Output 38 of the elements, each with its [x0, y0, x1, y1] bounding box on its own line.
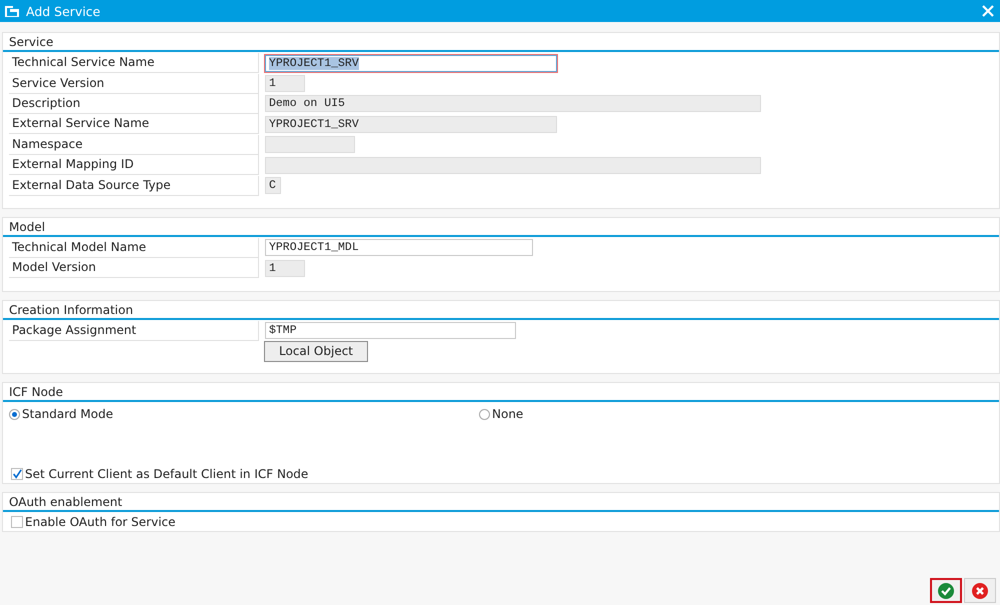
input-field[interactable]: C — [265, 177, 281, 194]
field-label: Namespace — [9, 134, 259, 155]
checkbox[interactable]: Set Current Client as Default Client in ICF Node — [3, 465, 316, 484]
window-icon — [4, 4, 20, 18]
checkmark-icon — [12, 468, 22, 480]
field-label: Package Assignment — [9, 320, 259, 341]
input-field[interactable]: 1 — [265, 260, 305, 277]
field-label: Service Version — [9, 74, 259, 94]
radio-button[interactable]: None — [479, 405, 524, 424]
section-title: Model — [3, 218, 999, 237]
radio-button[interactable]: Standard Mode — [9, 405, 479, 424]
local-object-button[interactable]: Local Object — [264, 340, 368, 362]
confirm-button[interactable] — [930, 578, 962, 603]
section-title: OAuth enablement — [3, 493, 999, 512]
window-title: Add Service — [26, 4, 100, 18]
section-title: ICF Node — [3, 383, 999, 402]
checkbox[interactable]: Enable OAuth for Service — [3, 513, 184, 532]
check-icon — [937, 582, 955, 600]
section-title: Service — [3, 33, 999, 52]
cancel-button[interactable] — [964, 578, 996, 603]
input-field[interactable]: 1 — [265, 75, 305, 92]
field-label: External Data Source Type — [9, 176, 259, 196]
field-label: Model Version — [9, 258, 259, 278]
field-label: Technical Model Name — [9, 238, 259, 258]
input-field[interactable] — [265, 136, 355, 154]
field-label: External Mapping ID — [9, 155, 259, 176]
section-title: Creation Information — [3, 300, 999, 320]
input-field[interactable]: YPROJECT1_MDL — [265, 239, 533, 256]
input-field[interactable]: YPROJECT1_SRV — [265, 54, 557, 72]
close-icon[interactable] — [982, 5, 994, 17]
close-icon — [971, 582, 989, 600]
input-field[interactable] — [265, 156, 761, 174]
input-field[interactable]: YPROJECT1_SRV — [265, 116, 557, 133]
field-label: Description — [9, 94, 259, 114]
field-label: Technical Service Name — [9, 53, 259, 74]
input-field[interactable]: Demo on UI5 — [265, 95, 761, 112]
field-label: External Service Name — [9, 114, 259, 134]
input-field[interactable]: $TMP — [265, 322, 516, 340]
